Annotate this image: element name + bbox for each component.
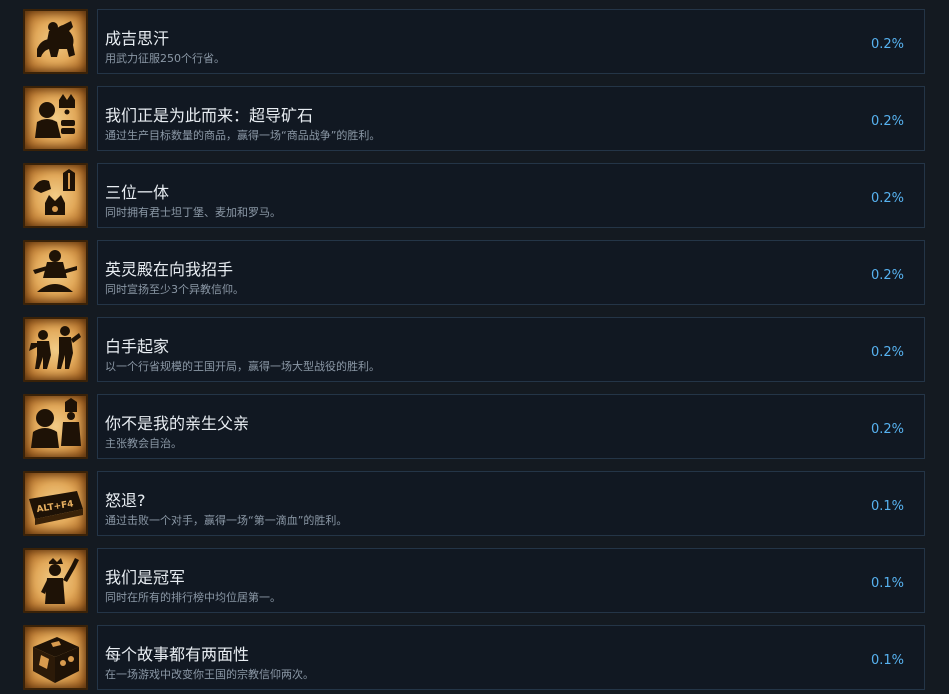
horseman-icon: [23, 9, 88, 74]
achievement-description: 用武力征服250个行省。: [105, 52, 225, 65]
achievement-panel: 每个故事都有两面性 在一场游戏中改变你王国的宗教信仰两次。 0.1%: [97, 625, 925, 690]
king-raising-fist-icon: [23, 548, 88, 613]
achievement-panel: 怒退? 通过击败一个对手，赢得一场“第一滴血”的胜利。 0.1%: [97, 471, 925, 536]
achievement-list: 成吉思汗 用武力征服250个行省。 0.2% 我们正是为此而来：超导矿石 通过生…: [0, 0, 949, 694]
achievement-row[interactable]: 我们是冠军 同时在所有的排行榜中均位居第一。 0.1%: [0, 548, 949, 613]
achievement-row[interactable]: 英灵殿在向我招手 同时宣扬至少3个异教信仰。 0.2%: [0, 240, 949, 305]
bishop-and-noble-icon: [23, 394, 88, 459]
achievement-description: 同时在所有的排行榜中均位居第一。: [105, 591, 281, 604]
three-crowns-icon: [23, 163, 88, 228]
achievement-row[interactable]: 你不是我的亲生父亲 主张教会自治。 0.2%: [0, 394, 949, 459]
keyboard-key-icon: ALT+F4: [23, 471, 88, 536]
achievement-panel: 成吉思汗 用武力征服250个行省。 0.2%: [97, 9, 925, 74]
achievement-title: 你不是我的亲生父亲: [105, 414, 250, 433]
achievement-description: 同时宣扬至少3个异教信仰。: [105, 283, 244, 296]
achievement-unlock-percent: 0.2%: [870, 191, 904, 206]
achievement-unlock-percent: 0.2%: [870, 114, 904, 129]
achievement-panel: 我们是冠军 同时在所有的排行榜中均位居第一。 0.1%: [97, 548, 925, 613]
achievement-title: 三位一体: [105, 183, 170, 202]
achievement-panel: 三位一体 同时拥有君士坦丁堡、麦加和罗马。 0.2%: [97, 163, 925, 228]
seated-deity-icon: [23, 240, 88, 305]
achievement-description: 通过生产目标数量的商品，赢得一场“商品战争”的胜利。: [105, 129, 381, 142]
achievement-title: 英灵殿在向我招手: [105, 260, 234, 279]
achievement-panel: 英灵殿在向我招手 同时宣扬至少3个异教信仰。 0.2%: [97, 240, 925, 305]
achievement-panel: 你不是我的亲生父亲 主张教会自治。 0.2%: [97, 394, 925, 459]
dice-icon: [23, 625, 88, 690]
achievement-unlock-percent: 0.1%: [870, 499, 904, 514]
merchant-coins-icon: [23, 86, 88, 151]
achievement-unlock-percent: 0.1%: [870, 576, 904, 591]
achievement-unlock-percent: 0.2%: [870, 268, 904, 283]
achievement-row[interactable]: ALT+F4 怒退? 通过击败一个对手，赢得一场“第一滴血”的胜利。 0.1%: [0, 471, 949, 536]
achievement-title: 每个故事都有两面性: [105, 645, 250, 664]
achievement-unlock-percent: 0.2%: [870, 422, 904, 437]
dancing-figures-icon: [23, 317, 88, 382]
achievement-row[interactable]: 三位一体 同时拥有君士坦丁堡、麦加和罗马。 0.2%: [0, 163, 949, 228]
achievement-description: 在一场游戏中改变你王国的宗教信仰两次。: [105, 668, 314, 681]
achievement-title: 我们正是为此而来：超导矿石: [105, 106, 314, 125]
achievement-panel: 我们正是为此而来：超导矿石 通过生产目标数量的商品，赢得一场“商品战争”的胜利。…: [97, 86, 925, 151]
achievement-row[interactable]: 我们正是为此而来：超导矿石 通过生产目标数量的商品，赢得一场“商品战争”的胜利。…: [0, 86, 949, 151]
achievement-panel: 白手起家 以一个行省规模的王国开局，赢得一场大型战役的胜利。 0.2%: [97, 317, 925, 382]
achievement-row[interactable]: 白手起家 以一个行省规模的王国开局，赢得一场大型战役的胜利。 0.2%: [0, 317, 949, 382]
achievement-title: 我们是冠军: [105, 568, 186, 587]
achievement-title: 怒退?: [105, 491, 146, 510]
achievement-unlock-percent: 0.2%: [870, 37, 904, 52]
achievement-title: 成吉思汗: [105, 29, 170, 48]
achievement-row[interactable]: 每个故事都有两面性 在一场游戏中改变你王国的宗教信仰两次。 0.1%: [0, 625, 949, 690]
achievement-title: 白手起家: [105, 337, 170, 356]
achievement-description: 主张教会自治。: [105, 437, 182, 450]
achievement-row[interactable]: 成吉思汗 用武力征服250个行省。 0.2%: [0, 9, 949, 74]
achievement-description: 同时拥有君士坦丁堡、麦加和罗马。: [105, 206, 281, 219]
achievement-unlock-percent: 0.2%: [870, 345, 904, 360]
achievement-unlock-percent: 0.1%: [870, 653, 904, 668]
achievement-description: 通过击败一个对手，赢得一场“第一滴血”的胜利。: [105, 514, 348, 527]
achievement-description: 以一个行省规模的王国开局，赢得一场大型战役的胜利。: [105, 360, 380, 373]
